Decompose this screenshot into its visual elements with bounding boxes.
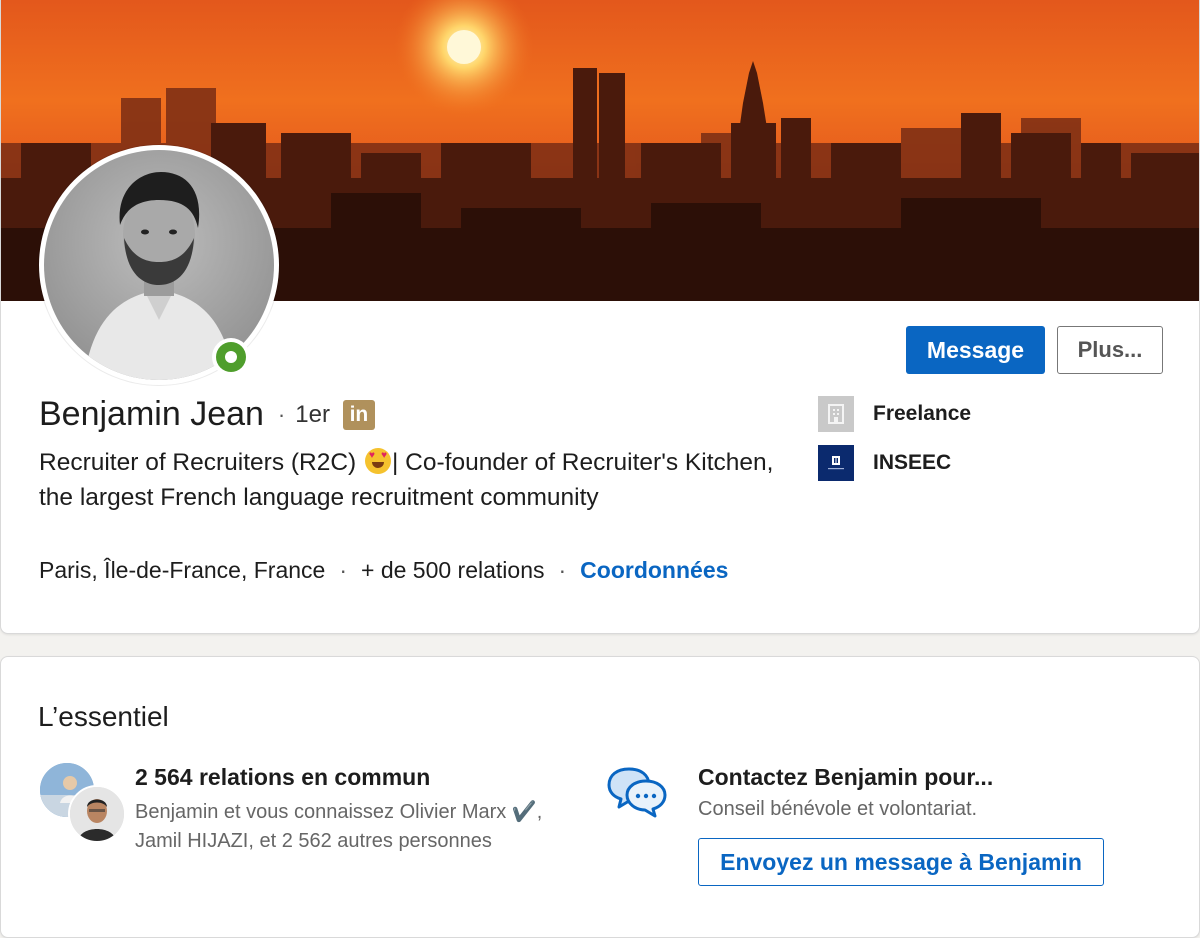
connections-count[interactable]: + de 500 relations [361,557,545,584]
profile-headline: Recruiter of Recruiters (R2C) | Co-found… [39,445,779,515]
meta-separator: · [339,557,347,583]
mutual-connections-text: Benjamin et vous connaissez Olivier Marx… [135,801,543,852]
school-name: INSEEC [873,451,952,474]
profile-card: Message Plus... Benjamin Jean · 1er in R… [0,0,1200,634]
chat-bubbles-icon [605,765,669,826]
connection-degree: 1er [295,400,330,428]
contact-for-text: Conseil bénévole et volontariat. [698,798,978,820]
mutual-connections-title[interactable]: 2 564 relations en commun [135,764,430,791]
profile-meta-row: Paris, Île-de-France, France · + de 500 … [39,557,728,584]
presence-indicator [212,338,250,376]
building-icon [818,396,854,432]
profile-location: Paris, Île-de-France, France [39,557,326,583]
profile-name: Benjamin Jean [39,395,264,433]
contact-for-title: Contactez Benjamin pour... [698,764,994,790]
online-status-icon [216,342,246,372]
avatar [68,785,126,843]
mutual-connections-avatars[interactable] [38,761,128,843]
company-inseec[interactable]: INSEEC [818,445,951,481]
contact-info-link[interactable]: Coordonnées [580,557,728,584]
send-message-button[interactable]: Envoyez un message à Benjamin [698,838,1104,886]
inseec-logo-icon [818,445,854,481]
name-separator: · [277,401,286,427]
profile-name-row: Benjamin Jean · 1er in [39,395,375,434]
linkedin-premium-icon: in [342,399,375,430]
company-name: Freelance [873,402,972,425]
essentials-card: L’essentiel 2 564 relations en commun Be… [0,656,1200,938]
heart-eyes-emoji-icon [365,448,392,474]
company-freelance[interactable]: Freelance [818,396,971,432]
headline-text-1: Recruiter of Recruiters (R2C) [39,449,364,476]
more-button[interactable]: Plus... [1057,326,1163,374]
section-title: L’essentiel [38,701,169,732]
meta-separator: · [558,557,567,583]
message-button[interactable]: Message [906,326,1045,374]
